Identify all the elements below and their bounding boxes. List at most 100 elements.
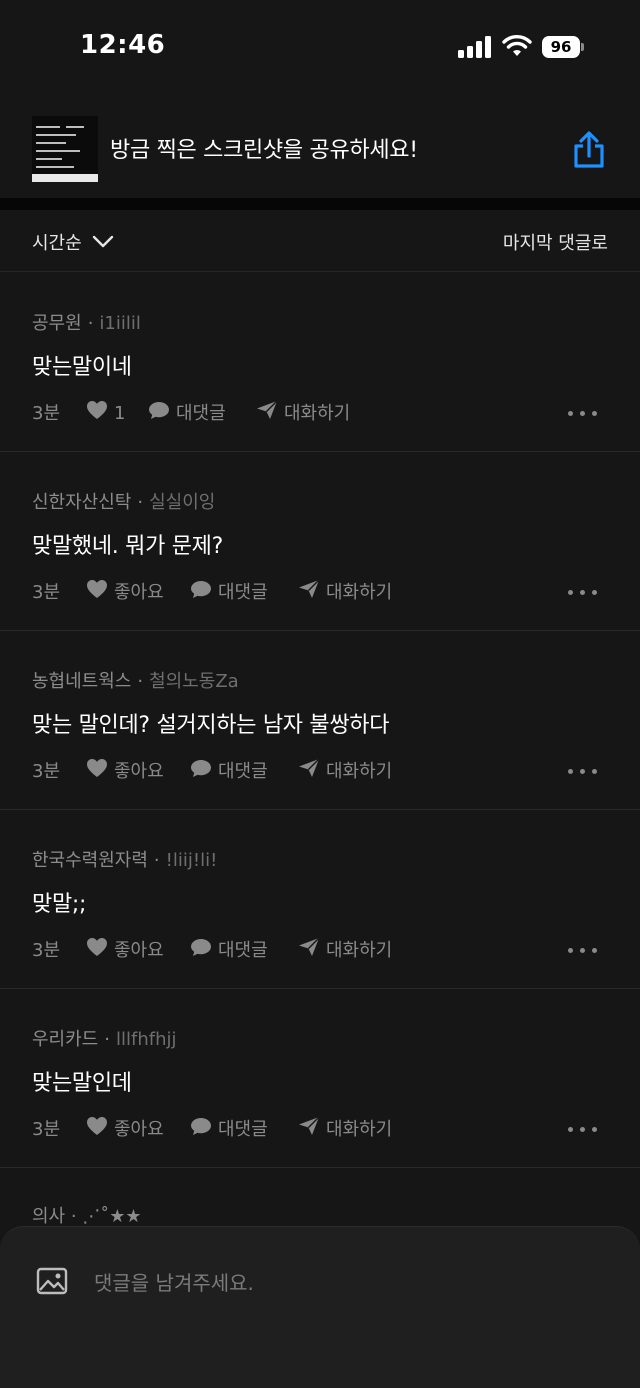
heart-icon	[86, 758, 114, 786]
more-options-icon[interactable]	[568, 588, 598, 598]
chat-label: 대화하기	[326, 940, 393, 961]
like-button[interactable]: 좋아요	[86, 938, 164, 964]
heart-icon	[86, 579, 114, 607]
share-icon[interactable]	[570, 130, 608, 170]
screenshot-share-banner[interactable]: 방금 찍은 스크린샷을 공유하세요!	[0, 110, 640, 198]
comment-meta: 의사 · ⋰˚★★	[32, 1206, 142, 1227]
comment-nickname[interactable]: 실실이잉	[149, 492, 215, 513]
chevron-down-icon[interactable]	[92, 232, 114, 250]
reply-label: 대댓글	[176, 403, 226, 424]
heart-icon	[86, 937, 114, 965]
comment-nickname: ⋰˚★★	[82, 1206, 142, 1227]
like-button[interactable]: 좋아요	[86, 759, 164, 785]
paper-plane-icon	[256, 400, 284, 428]
comment-time: 3분	[32, 761, 61, 782]
image-attach-icon[interactable]	[36, 1267, 68, 1295]
chat-label: 대화하기	[326, 582, 393, 603]
share-banner-title: 방금 찍은 스크린샷을 공유하세요!	[110, 138, 418, 163]
comment-time: 3분	[32, 1119, 61, 1140]
paper-plane-icon	[298, 937, 326, 965]
chat-button[interactable]: 대화하기	[256, 400, 351, 428]
speech-bubble-icon	[190, 1116, 218, 1144]
comment-company: 농협네트웍스	[32, 671, 132, 692]
like-label: 좋아요	[114, 940, 164, 961]
comment-nickname[interactable]: lllfhfhjj	[116, 1029, 177, 1050]
comment-item[interactable]: 공무원 · i1iilil 맞는말이네 3분 1 대댓글 대화하기	[0, 273, 640, 452]
comment-company: 신한자산신탁	[32, 492, 132, 513]
reply-label: 대댓글	[218, 761, 268, 782]
more-options-icon[interactable]	[568, 946, 598, 956]
comment-item[interactable]: 우리카드 · lllfhfhjj 맞는말인데 3분 좋아요 대댓글 대화하기	[0, 989, 640, 1168]
comment-item[interactable]: 농협네트웍스 · 철의노동Za 맞는 말인데? 설거지하는 남자 불쌍하다 3분 좋아요 대…	[0, 631, 640, 810]
comment-input[interactable]: 댓글을 남겨주세요.	[94, 1267, 254, 1296]
comment-meta: 신한자산신탁 · 실실이잉	[32, 492, 216, 513]
comment-company: 한국수력원자력	[32, 850, 148, 871]
like-button[interactable]: 좋아요	[86, 580, 164, 606]
status-time: 12:46	[80, 30, 166, 60]
section-divider	[0, 198, 640, 210]
reply-button[interactable]: 대댓글	[190, 759, 268, 785]
wifi-icon	[502, 35, 532, 56]
comment-text: 맞말했네. 뭐가 문제?	[32, 534, 223, 559]
more-options-icon[interactable]	[568, 409, 598, 419]
reply-label: 대댓글	[218, 940, 268, 961]
reply-button[interactable]: 대댓글	[148, 401, 226, 427]
comment-text: 맞말;;	[32, 892, 87, 917]
reply-button[interactable]: 대댓글	[190, 938, 268, 964]
more-options-icon[interactable]	[568, 1125, 598, 1135]
chat-label: 대화하기	[326, 1119, 393, 1140]
paper-plane-icon	[298, 1116, 326, 1144]
comment-input-bar: 댓글을 남겨주세요.	[0, 1226, 640, 1388]
comment-meta: 한국수력원자력 · !liij!li!	[32, 850, 218, 871]
comment-text: 맞는말인데	[32, 1071, 132, 1096]
battery-icon: 96	[542, 36, 584, 58]
status-bar: 12:46 96	[0, 0, 640, 96]
reply-label: 대댓글	[218, 1119, 268, 1140]
cellular-signal-icon	[458, 36, 492, 58]
reply-label: 대댓글	[218, 582, 268, 603]
chat-label: 대화하기	[284, 403, 351, 424]
speech-bubble-icon	[190, 579, 218, 607]
comment-text: 맞는말이네	[32, 355, 132, 380]
comment-company: 우리카드	[32, 1029, 99, 1050]
heart-icon	[86, 1116, 114, 1144]
comment-sort-bar: 시간순 마지막 댓글로	[0, 210, 640, 272]
like-label: 1	[114, 403, 126, 424]
comment-item[interactable]: 한국수력원자력 · !liij!li! 맞말;; 3분 좋아요 대댓글 대화하기	[0, 810, 640, 989]
jump-to-last-comment-link[interactable]: 마지막 댓글로	[503, 229, 608, 255]
reply-button[interactable]: 대댓글	[190, 1117, 268, 1143]
paper-plane-icon	[298, 579, 326, 607]
speech-bubble-icon	[148, 400, 176, 428]
sort-dropdown-label[interactable]: 시간순	[32, 229, 82, 255]
more-options-icon[interactable]	[568, 767, 598, 777]
comment-nickname[interactable]: 철의노동Za	[149, 671, 239, 692]
comment-time: 3분	[32, 582, 61, 603]
heart-icon	[86, 400, 114, 428]
like-label: 좋아요	[114, 582, 164, 603]
chat-button[interactable]: 대화하기	[298, 758, 393, 786]
comment-company: 공무원	[32, 313, 82, 334]
comment-nickname[interactable]: !liij!li!	[166, 850, 218, 871]
comment-time: 3분	[32, 940, 61, 961]
comment-item[interactable]: 신한자산신탁 · 실실이잉맞말했네. 뭐가 문제? 3분 좋아요 대댓글 대화하기	[0, 452, 640, 631]
screenshot-thumbnail[interactable]	[32, 116, 98, 182]
paper-plane-icon	[298, 758, 326, 786]
like-label: 좋아요	[114, 1119, 164, 1140]
speech-bubble-icon	[190, 758, 218, 786]
chat-button[interactable]: 대화하기	[298, 937, 393, 965]
comment-nickname[interactable]: i1iilil	[99, 313, 140, 334]
chat-label: 대화하기	[326, 761, 393, 782]
like-button[interactable]: 좋아요	[86, 1117, 164, 1143]
reply-button[interactable]: 대댓글	[190, 580, 268, 606]
like-label: 좋아요	[114, 761, 164, 782]
comment-time: 3분	[32, 403, 61, 424]
comment-company: 의사	[32, 1206, 66, 1227]
app-screen: 12:46 96 방금 찍은 스크린샷을 공유하세요! 시간순 마지막 댓글로 …	[0, 0, 640, 1388]
like-button[interactable]: 1	[86, 401, 125, 427]
chat-button[interactable]: 대화하기	[298, 579, 393, 607]
speech-bubble-icon	[190, 937, 218, 965]
comment-meta: 농협네트웍스 · 철의노동Za	[32, 671, 239, 692]
comment-meta: 우리카드 · lllfhfhjj	[32, 1029, 177, 1050]
chat-button[interactable]: 대화하기	[298, 1116, 393, 1144]
comment-text: 맞는 말인데? 설거지하는 남자 불쌍하다	[32, 713, 390, 738]
